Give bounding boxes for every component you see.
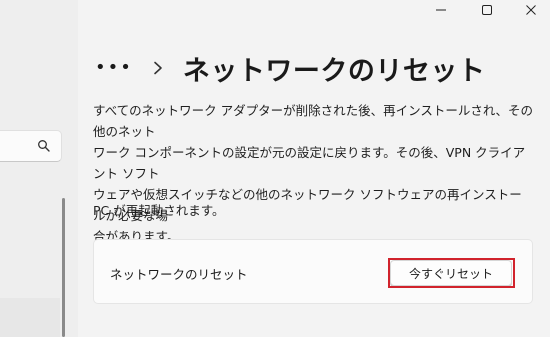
- close-button[interactable]: [508, 0, 550, 20]
- sidebar-item[interactable]: [0, 298, 60, 337]
- chevron-right-icon: [154, 61, 162, 75]
- breadcrumb: ••• ネットワークのリセット: [95, 48, 485, 88]
- reset-description: すべてのネットワーク アダプターが削除された後、再インストールされ、その他のネッ…: [93, 100, 533, 247]
- restart-note: PC が再起動されます。: [93, 203, 225, 218]
- minimize-button[interactable]: [418, 0, 464, 20]
- reset-now-button[interactable]: 今すぐリセット: [390, 260, 512, 286]
- breadcrumb-overflow-button[interactable]: •••: [95, 59, 133, 77]
- description-line: すべてのネットワーク アダプターが削除された後、再インストールされ、その他のネッ…: [93, 103, 533, 139]
- network-reset-label: ネットワークのリセット: [110, 267, 248, 282]
- search-icon: [38, 140, 50, 152]
- minimize-icon: [436, 9, 446, 11]
- page-title: ネットワークのリセット: [182, 55, 486, 87]
- maximize-button[interactable]: [464, 0, 510, 20]
- network-reset-card: ネットワークのリセット 今すぐリセット: [93, 239, 533, 304]
- sidebar: [0, 0, 78, 337]
- close-icon: [526, 5, 536, 15]
- description-line: ワーク コンポーネントの設定が元の設定に戻ります。その後、VPN クライアント …: [93, 145, 526, 181]
- sidebar-scrollbar[interactable]: [62, 198, 65, 337]
- maximize-icon: [482, 5, 492, 15]
- search-input[interactable]: [0, 130, 62, 162]
